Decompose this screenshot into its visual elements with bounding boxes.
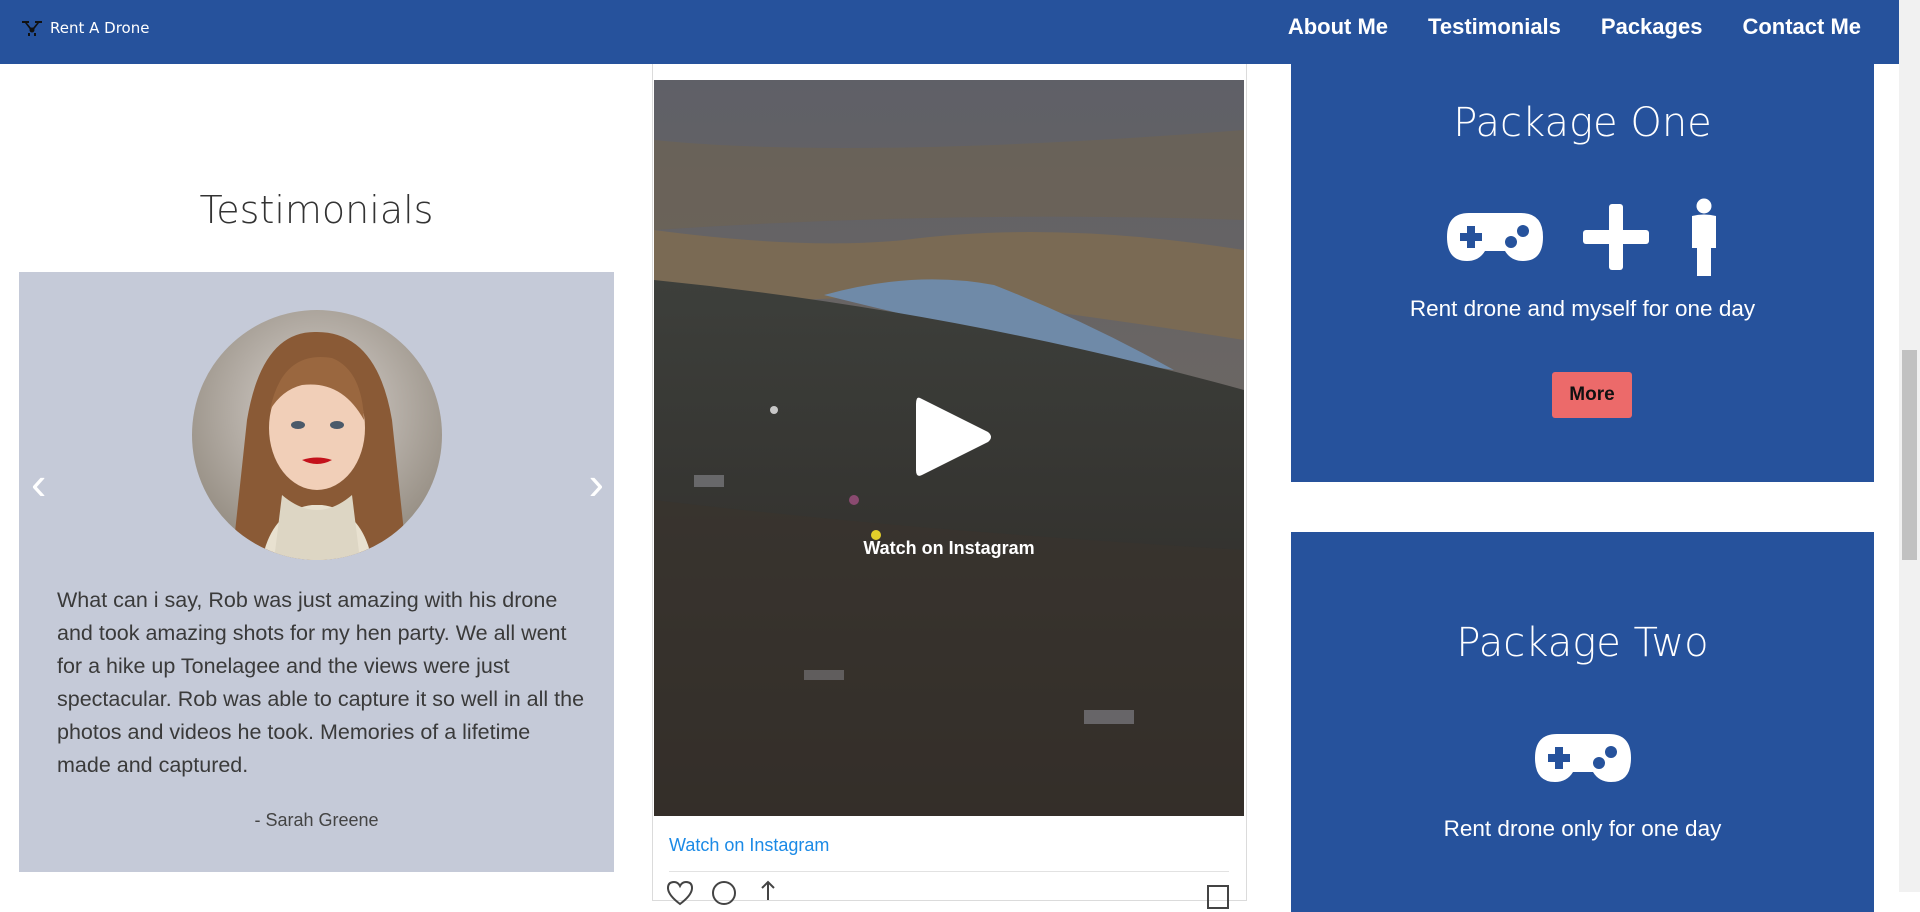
package-one-more-button[interactable]: More (1552, 372, 1632, 418)
person-icon (1691, 198, 1716, 276)
nav-link-packages[interactable]: Packages (1601, 14, 1703, 40)
package-one-card: Package One Rent drone and myself for on… (1291, 40, 1874, 482)
testimonial-carousel: ‹ › What can i say, Rob was just amazing… (19, 272, 614, 872)
navbar: Rent A Drone About Me Testimonials Packa… (0, 0, 1899, 64)
package-two-card: Package Two Rent drone only for one day (1291, 532, 1874, 912)
testimonials-heading: Testimonials (199, 188, 434, 232)
nav-link-about-me[interactable]: About Me (1288, 14, 1388, 40)
gamepad-icon (1534, 734, 1631, 782)
comment-icon[interactable] (709, 878, 739, 908)
heart-icon[interactable] (665, 878, 695, 908)
divider (669, 871, 1229, 872)
testimonial-quote: What can i say, Rob was just amazing wit… (57, 588, 585, 777)
package-one-description: Rent drone and myself for one day (1409, 296, 1756, 321)
plus-icon (1582, 204, 1649, 270)
nav-links: About Me Testimonials Packages Contact M… (1288, 0, 1861, 54)
nav-link-testimonials[interactable]: Testimonials (1428, 14, 1561, 40)
instagram-embed: Watch on Instagram Watch on Instagram (652, 34, 1247, 909)
watch-on-instagram-link[interactable]: Watch on Instagram (669, 835, 829, 856)
testimonial-author: - Sarah Greene (254, 810, 379, 830)
bookmark-icon[interactable] (1204, 882, 1232, 910)
video-overlay-text[interactable]: Watch on Instagram (654, 538, 1244, 559)
nav-link-contact-me[interactable]: Contact Me (1742, 14, 1861, 40)
instagram-video[interactable]: Watch on Instagram (654, 80, 1244, 816)
instagram-actions (665, 878, 783, 908)
package-two-title: Package Two (1456, 620, 1709, 666)
carousel-next-arrow[interactable]: › (589, 460, 604, 506)
testimonial-avatar (192, 310, 442, 560)
carousel-prev-arrow[interactable]: ‹ (31, 460, 46, 506)
scrollbar-thumb[interactable] (1902, 350, 1917, 560)
package-two-description: Rent drone only for one day (1443, 816, 1722, 841)
play-icon[interactable] (912, 394, 994, 480)
brand[interactable]: Rent A Drone (20, 16, 149, 40)
gamepad-icon (1446, 213, 1543, 261)
package-two-icons (1291, 732, 1874, 784)
share-icon[interactable] (753, 878, 783, 908)
drone-icon (22, 21, 42, 36)
page-scrollbar[interactable] (1899, 0, 1920, 892)
brand-name: Rent A Drone (50, 19, 150, 37)
package-one-title: Package One (1453, 100, 1712, 146)
package-one-icons (1291, 198, 1874, 276)
